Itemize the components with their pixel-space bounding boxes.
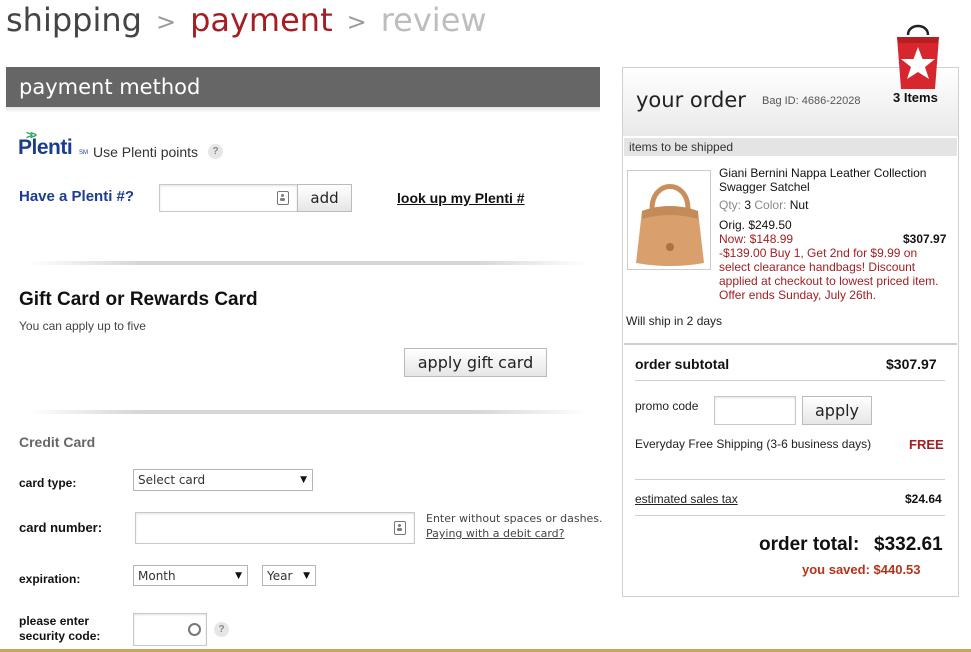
header-shadow [6, 107, 600, 113]
help-icon[interactable]: ? [208, 144, 223, 159]
help-icon[interactable]: ? [214, 622, 229, 637]
gift-card-subtitle: You can apply up to five [19, 319, 146, 333]
section-divider [28, 261, 588, 265]
chevron-down-icon: ▼ [300, 475, 307, 485]
checkout-progress: shipping > payment > review [6, 0, 487, 40]
plenti-logo-sm: SM [79, 150, 88, 156]
shipping-value: FREE [909, 437, 944, 452]
step-shipping[interactable]: shipping [6, 1, 142, 39]
step-payment: payment [190, 1, 333, 39]
payment-method-header: payment method [6, 67, 600, 107]
promo-code-label: promo code [635, 399, 699, 413]
product-promo-text: -$139.00 Buy 1, Get 2nd for $9.99 on sel… [719, 246, 939, 302]
chevron-down-icon: ▼ [303, 571, 310, 581]
step-review: review [380, 1, 487, 39]
sales-tax-link[interactable]: estimated sales tax [635, 492, 738, 506]
expiration-label: expiration: [19, 572, 81, 586]
step-separator: > [155, 8, 177, 36]
security-code-input[interactable] [133, 613, 207, 646]
bag-id: Bag ID: 4686-22028 [762, 95, 861, 107]
order-total-label: order total: [759, 534, 860, 555]
order-divider [635, 515, 945, 516]
shopping-bag-star-icon[interactable] [893, 17, 943, 91]
subtotal-value: $307.97 [886, 356, 937, 372]
chevron-down-icon: ▼ [235, 571, 242, 581]
security-code-icon [188, 623, 201, 636]
order-title: your order [636, 88, 746, 112]
items-to-ship-bar: items to be shipped [624, 138, 957, 156]
handbag-image [636, 184, 704, 266]
gift-card-title: Gift Card or Rewards Card [19, 289, 258, 310]
card-field-icon [277, 191, 289, 205]
section-divider [28, 410, 588, 414]
expiration-year-select[interactable]: Year ▼ [262, 565, 316, 586]
card-field-icon [394, 521, 406, 535]
will-ship-text: Will ship in 2 days [626, 314, 723, 328]
use-plenti-points-label: Use Plenti points [93, 144, 199, 160]
security-code-label-line1: please enter [19, 614, 90, 628]
product-name[interactable]: Giani Bernini Nappa Leather Collection S… [719, 166, 949, 194]
lookup-plenti-link[interactable]: look up my Plenti # [397, 190, 525, 206]
order-total-value: $332.61 [874, 534, 943, 555]
card-type-label: card type: [19, 476, 77, 490]
line-total: $307.97 [903, 232, 947, 246]
now-price: Now: $148.99 [719, 232, 794, 246]
security-code-label-line2: security code: [19, 629, 101, 643]
security-code-label: please enter security code: [19, 614, 100, 644]
plenti-logo: >> Plenti SM [18, 128, 88, 162]
month-value: Month [138, 569, 176, 583]
subtotal-label: order subtotal [635, 356, 730, 372]
plenti-logo-text: Plenti [18, 136, 73, 159]
card-type-value: Select card [138, 473, 206, 487]
items-count[interactable]: 3 Items [893, 90, 938, 105]
product-meta: Qty: 3 Color: Nut [719, 198, 808, 212]
expiration-month-select[interactable]: Month ▼ [133, 565, 248, 586]
original-price: Orig. $249.50 [719, 218, 792, 232]
card-type-select[interactable]: Select card ▼ [133, 469, 313, 491]
card-number-hint: Enter without spaces or dashes. Paying w… [426, 511, 603, 541]
qty-label: Qty: [719, 198, 742, 212]
year-value: Year [267, 569, 293, 583]
promo-code-input[interactable] [714, 396, 796, 425]
apply-gift-card-button[interactable]: apply gift card [404, 348, 547, 377]
plenti-add-button[interactable]: add [297, 184, 352, 212]
step-separator: > [346, 8, 367, 36]
credit-card-title: Credit Card [19, 434, 96, 450]
color-label: Color: [754, 198, 787, 212]
card-number-label: card number: [19, 520, 103, 535]
qty-value: 3 [744, 198, 752, 212]
have-plenti-label: Have a Plenti #? [19, 188, 135, 205]
shipping-label: Everyday Free Shipping (3-6 business day… [635, 437, 872, 451]
sales-tax-value: $24.64 [905, 492, 942, 506]
order-divider [635, 479, 945, 480]
promo-apply-button[interactable]: apply [802, 396, 872, 425]
plenti-number-input[interactable] [159, 184, 298, 212]
debit-card-link[interactable]: Paying with a debit card? [426, 527, 565, 540]
card-number-hint-text: Enter without spaces or dashes. [426, 512, 603, 525]
card-number-input[interactable] [135, 512, 415, 544]
order-divider [635, 380, 945, 381]
product-image[interactable] [627, 170, 711, 270]
you-saved-text: you saved: $440.53 [802, 562, 921, 577]
color-value: Nut [789, 198, 809, 212]
order-divider [624, 343, 957, 345]
